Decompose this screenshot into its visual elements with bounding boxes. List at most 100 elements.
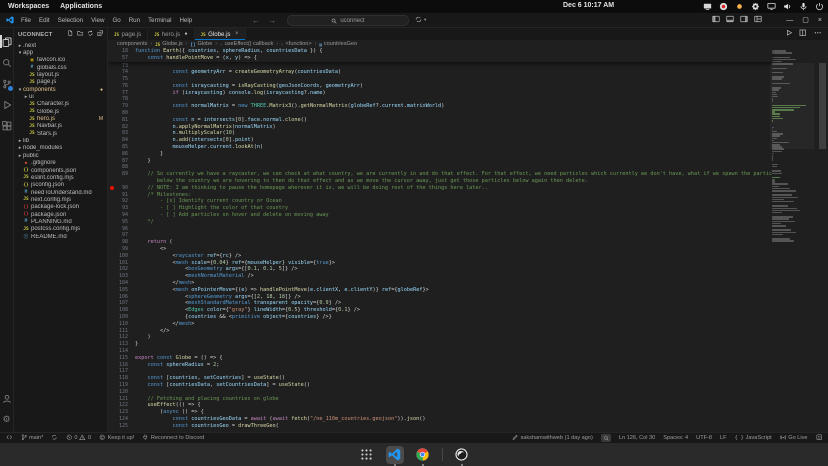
sticky-line[interactable]: 57 const handlePointMove = (x, y) => {: [108, 55, 772, 62]
line-number[interactable]: 112: [108, 334, 135, 341]
file-page.js[interactable]: JSpage.js: [14, 79, 107, 86]
volume-icon[interactable]: [783, 2, 792, 11]
line-number[interactable]: 97: [108, 232, 135, 239]
minimize-button[interactable]: —: [786, 17, 793, 24]
file-postcss.config.mjs[interactable]: JSpostcss.config.mjs: [14, 226, 107, 233]
code-line[interactable]: 88: [108, 164, 772, 171]
line-number[interactable]: 90: [108, 185, 135, 192]
code-line[interactable]: 82 n.applyNormalMatrix(normalMatrix): [108, 124, 772, 131]
breadcrumb-item[interactable]: components: [117, 41, 147, 47]
nav-forward-button[interactable]: →: [269, 16, 277, 25]
menu-file[interactable]: File: [21, 17, 31, 24]
line-number[interactable]: 95: [108, 219, 135, 226]
status-discord[interactable]: Reconnect to Discord: [142, 434, 204, 443]
line-number[interactable]: 96: [108, 226, 135, 233]
code-line[interactable]: 92 - [x] Identify current country or Oce…: [108, 198, 772, 205]
code-line[interactable]: 83 n.multiplyScalar(10): [108, 130, 772, 137]
display-icon[interactable]: [767, 2, 776, 11]
line-number[interactable]: 84: [108, 137, 135, 144]
code-line[interactable]: 77 if (israycasting) console.log(israyca…: [108, 90, 772, 97]
new-file-icon[interactable]: [67, 30, 74, 39]
line-number[interactable]: 92: [108, 198, 135, 205]
code-line[interactable]: 117: [108, 368, 772, 375]
code-line[interactable]: 98 return (: [108, 239, 772, 246]
dock-show-apps[interactable]: [358, 446, 376, 464]
restore-button[interactable]: ▢: [802, 16, 809, 24]
code-line[interactable]: 109 {countries && <primitive object={cou…: [108, 314, 772, 321]
command-center-search[interactable]: uconnect: [287, 15, 409, 26]
dock-chrome[interactable]: [414, 446, 432, 464]
activity-settings-gear[interactable]: ⚙: [0, 409, 13, 430]
line-number[interactable]: 76: [108, 83, 135, 90]
line-number[interactable]: 119: [108, 382, 135, 389]
line-number[interactable]: 124: [108, 416, 135, 423]
line-number[interactable]: 83: [108, 130, 135, 137]
line-number[interactable]: 75: [108, 76, 135, 83]
menu-edit[interactable]: Edit: [39, 17, 50, 24]
file-Navbar.js[interactable]: JSNavbar.js: [14, 123, 107, 130]
line-number[interactable]: 111: [108, 328, 135, 335]
activity-accounts[interactable]: [0, 388, 13, 409]
folder-node_modules[interactable]: ▸node_modules: [14, 145, 107, 152]
code-lines[interactable]: 7374 const geometryArr = createGeometryA…: [108, 63, 772, 433]
code-line[interactable]: 95 */: [108, 219, 772, 226]
menu-run[interactable]: Run: [129, 17, 140, 24]
code-line[interactable]: 110 </mesh>: [108, 321, 772, 328]
code-line[interactable]: 119 const [countriesData, setCountriesDa…: [108, 382, 772, 389]
status-problems[interactable]: 00: [66, 434, 91, 443]
code-line[interactable]: 103 <meshNormalMaterial />: [108, 273, 772, 280]
line-number[interactable]: 116: [108, 362, 135, 369]
breadcrumb-item[interactable]: ▤countriesGeo: [319, 41, 357, 47]
split-editor-icon[interactable]: [799, 29, 807, 39]
minimap-slider[interactable]: [770, 63, 814, 149]
toggle-secondary-sidebar-icon[interactable]: [740, 15, 748, 25]
breadcrumb-item[interactable]: ◦useEffect() callback: [220, 41, 273, 47]
line-number[interactable]: 88: [108, 164, 135, 171]
code-line[interactable]: 104 </mesh>: [108, 280, 772, 287]
toggle-primary-sidebar-icon[interactable]: [712, 15, 720, 25]
code-line[interactable]: 125 const countriesGeo = drawThreeGeo(: [108, 423, 772, 430]
code-line[interactable]: 102 <boxGeometry args={[0.1, 0.1, 5]} />: [108, 266, 772, 273]
line-number[interactable]: 125: [108, 423, 135, 430]
tab-page.js[interactable]: JSpage.js: [108, 28, 148, 40]
line-number[interactable]: 107: [108, 300, 135, 307]
line-number[interactable]: 86: [108, 151, 135, 158]
code-line[interactable]: 84 n.add(intersects[0].point): [108, 137, 772, 144]
power-icon[interactable]: [815, 2, 824, 11]
sticky-line[interactable]: 18function Earth({ countries, sphereRadi…: [108, 48, 772, 55]
line-number[interactable]: 98: [108, 239, 135, 246]
code-line[interactable]: 96: [108, 226, 772, 233]
vertical-scrollbar[interactable]: [819, 63, 826, 149]
file-components.json[interactable]: {}components.json: [14, 167, 107, 174]
code-line[interactable]: 73: [108, 63, 772, 70]
line-number[interactable]: 122: [108, 402, 135, 409]
clock[interactable]: Dec 6 10:17 AM: [563, 2, 614, 9]
code-line[interactable]: 78: [108, 96, 772, 103]
toggle-panel-icon[interactable]: [726, 15, 734, 25]
code-line[interactable]: 90 // NOTE: I am thinking to pause the h…: [108, 185, 772, 192]
new-folder-icon[interactable]: [77, 30, 84, 39]
breakpoint-icon[interactable]: [110, 186, 114, 190]
code-line[interactable]: 94 - [ ] Add particles on hover and dele…: [108, 212, 772, 219]
code-line[interactable]: 108 <Edges color={"gray"} lineWidth={0.5…: [108, 307, 772, 314]
notification-dot-icon[interactable]: [735, 2, 744, 11]
status-eol[interactable]: LF: [720, 435, 727, 441]
code-line[interactable]: 124 const countriesGeoData = await (awai…: [108, 416, 772, 423]
line-number[interactable]: 100: [108, 253, 135, 260]
file-globals.css[interactable]: #globals.css: [14, 64, 107, 71]
line-number[interactable]: 108: [108, 307, 135, 314]
file-README.md[interactable]: ⓘREADME.md: [14, 233, 107, 240]
dock-obs[interactable]: [453, 446, 471, 464]
code-line[interactable]: 99 <>: [108, 246, 772, 253]
refresh-icon[interactable]: [87, 30, 94, 39]
line-number[interactable]: 81: [108, 117, 135, 124]
line-number[interactable]: 104: [108, 280, 135, 287]
more-actions-icon[interactable]: [814, 29, 822, 39]
code-editor[interactable]: 7374 const geometryArr = createGeometryA…: [108, 48, 828, 432]
settings-gear-icon[interactable]: [751, 2, 760, 11]
close-tab-icon[interactable]: ×: [235, 31, 239, 37]
applications-menu[interactable]: Applications: [60, 3, 102, 10]
code-line[interactable]: 121 // Fetching and placing countries on…: [108, 396, 772, 403]
code-line[interactable]: 122 useEffect(() => {: [108, 402, 772, 409]
code-line[interactable]: 106 <sphereGeometry args={[2, 18, 18]} /…: [108, 294, 772, 301]
